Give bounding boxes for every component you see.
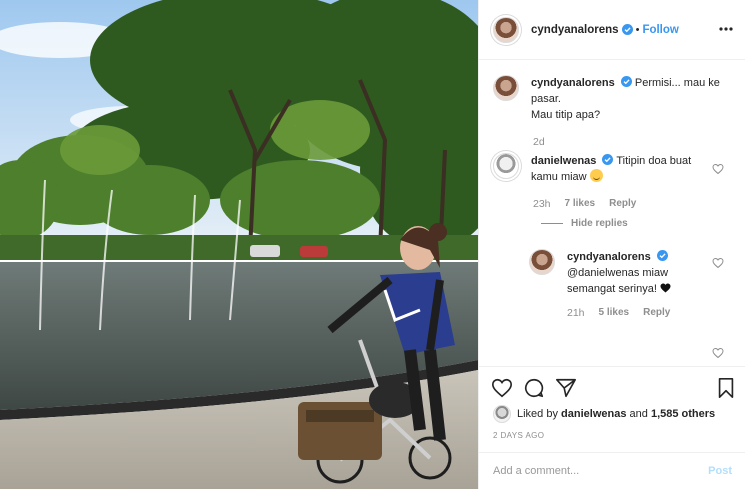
smile-emoji-icon <box>589 169 603 182</box>
author-username[interactable]: cyndyanalorens <box>531 24 619 36</box>
verified-badge-icon <box>656 250 668 261</box>
photo-illustration <box>0 0 478 489</box>
share-icon[interactable] <box>555 377 577 399</box>
reply-username[interactable]: cyndyanalorens <box>567 251 651 263</box>
comment-text-line1: Titipin doa buat <box>616 155 692 167</box>
commenter-username[interactable]: danielwenas <box>531 155 596 167</box>
reply-text-line2: semangat serinya! <box>567 283 657 295</box>
reply-avatar[interactable] <box>529 249 555 275</box>
partial-comment-heart-icon[interactable] <box>712 347 724 359</box>
black-heart-emoji-icon <box>660 283 671 293</box>
hide-replies-line <box>541 223 563 224</box>
verified-badge-icon <box>621 24 633 35</box>
caption-text-line3: Mau titip apa? <box>531 109 601 121</box>
comment-text-line2: kamu miaw <box>531 171 587 183</box>
caption-time[interactable]: 2d <box>533 136 545 148</box>
likes-others[interactable]: 1,585 others <box>651 408 715 420</box>
separator-dot: • <box>635 23 640 36</box>
post-photo[interactable] <box>0 0 478 489</box>
comment-item: danielwenas Titipin doa buat kamu miaw <box>493 153 711 185</box>
caption-avatar[interactable] <box>493 75 519 101</box>
verified-badge-icon <box>602 154 614 165</box>
reply-like-heart-icon[interactable] <box>712 257 724 269</box>
likes-joiner: and <box>629 408 648 420</box>
reply-reply-button[interactable]: Reply <box>643 307 670 319</box>
likes-summary: Liked by danielwenas and 1,585 others <box>493 405 715 423</box>
reply-time[interactable]: 21h <box>567 307 585 319</box>
reply-likes-count[interactable]: 5 likes <box>599 307 630 319</box>
comment-icon[interactable] <box>523 377 545 399</box>
caption-text-line1: Permisi... mau ke <box>634 77 720 89</box>
comment-input[interactable] <box>493 465 709 477</box>
comment-meta: 23h 7 likes Reply <box>533 198 636 210</box>
comment-time[interactable]: 23h <box>533 198 551 210</box>
comment-likes-count[interactable]: 7 likes <box>565 198 596 210</box>
post-header: cyndyanalorens • Follow <box>479 0 745 60</box>
bookmark-icon[interactable] <box>715 377 737 399</box>
follow-button[interactable]: Follow <box>642 24 678 36</box>
reply-item: cyndyanalorens @danielwenas miaw semanga… <box>529 249 727 297</box>
comment-reply-button[interactable]: Reply <box>609 198 636 210</box>
caption-meta: 2d <box>533 136 545 148</box>
commenter-avatar[interactable] <box>493 153 519 179</box>
hide-replies-label: Hide replies <box>571 218 628 229</box>
heart-icon[interactable] <box>491 377 513 399</box>
verified-badge-icon <box>620 76 632 87</box>
caption-comment: cyndyanalorens Permisi... mau ke pasar. … <box>493 75 731 123</box>
post-comment-button[interactable]: Post <box>708 465 732 477</box>
add-comment-bar: Post <box>479 452 745 489</box>
comment-like-heart-icon[interactable] <box>712 163 724 175</box>
caption-text-line2: pasar. <box>531 93 561 105</box>
author-avatar[interactable] <box>493 16 519 43</box>
caption-username[interactable]: cyndyanalorens <box>531 77 615 89</box>
likes-prefix: Liked by <box>517 408 558 420</box>
reply-text-line1: @danielwenas miaw <box>567 267 669 279</box>
likes-user[interactable]: danielwenas <box>561 408 626 420</box>
post-timestamp[interactable]: 2 DAYS AGO <box>493 431 544 440</box>
more-options-icon[interactable] <box>718 22 734 36</box>
post-actions-bar <box>479 366 745 406</box>
reply-meta: 21h 5 likes Reply <box>567 307 670 319</box>
liker-avatar[interactable] <box>493 405 511 423</box>
post-details-panel: cyndyanalorens • Follow cyndyanalorens P… <box>478 0 745 489</box>
comments-list: cyndyanalorens Permisi... mau ke pasar. … <box>479 61 745 366</box>
hide-replies-toggle[interactable]: Hide replies <box>541 218 628 229</box>
